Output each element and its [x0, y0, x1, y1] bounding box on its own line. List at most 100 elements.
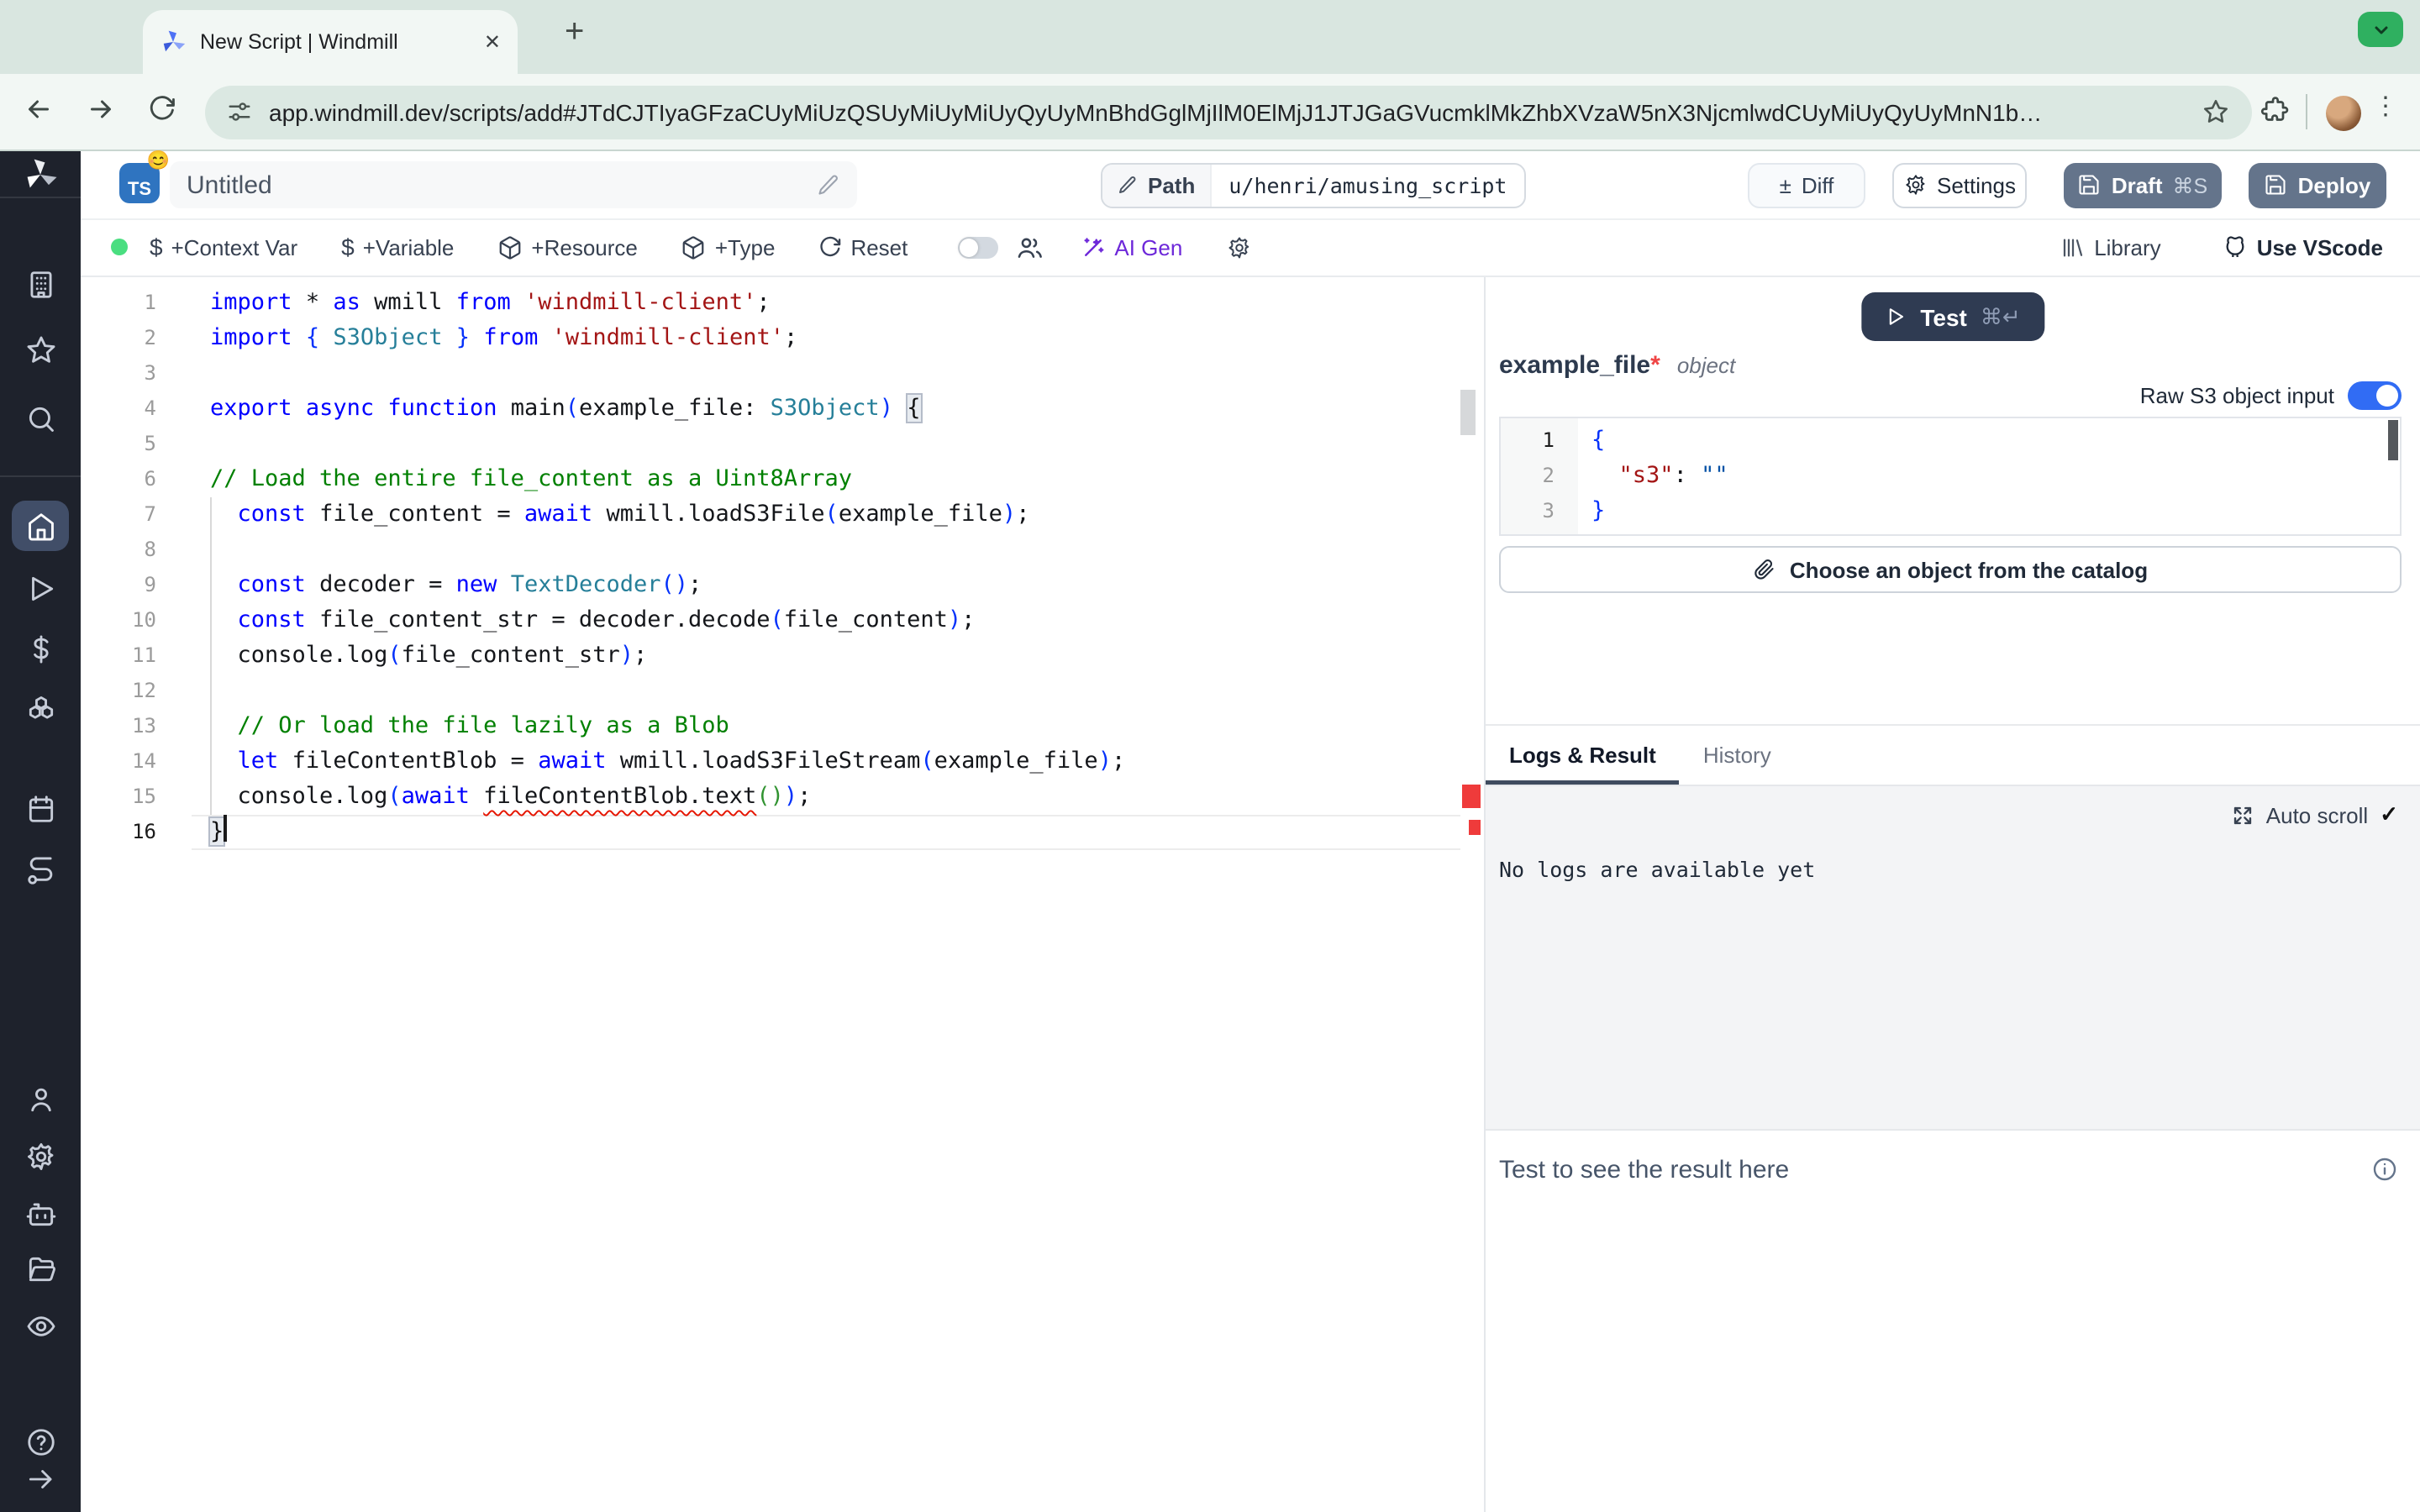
code-line[interactable]: console.log(await fileContentBlob.text()… — [210, 779, 1457, 814]
sidebar-item-robot[interactable] — [12, 1188, 69, 1238]
code-line[interactable] — [210, 355, 1457, 391]
reload-button[interactable] — [148, 94, 176, 123]
url-bar[interactable]: app.windmill.dev/scripts/add#JTdCJTIyaGF… — [205, 85, 2252, 139]
path-group[interactable]: Path u/henri/amusing_script — [1101, 162, 1526, 207]
browser-profile-chevron-button[interactable] — [2358, 12, 2403, 47]
draft-button[interactable]: Draft ⌘S — [2064, 162, 2222, 207]
site-settings-icon[interactable] — [227, 99, 252, 124]
code-line[interactable]: export async function main(example_file:… — [210, 391, 1457, 426]
argument-name: example_file* — [1499, 351, 1660, 380]
editor-settings-gear-icon[interactable] — [1226, 234, 1251, 260]
sidebar-item-folder[interactable] — [12, 1243, 69, 1294]
code-line[interactable]: "s3": "" — [1591, 459, 2383, 494]
code-line[interactable]: const file_content = await wmill.loadS3F… — [210, 496, 1457, 532]
code-line[interactable] — [210, 426, 1457, 461]
add-resource-button[interactable]: +Resource — [497, 234, 637, 260]
add-context-var-button[interactable]: $ +Context Var — [150, 234, 297, 260]
code-line[interactable]: } — [1591, 494, 2383, 529]
line-number: 14 — [81, 743, 156, 779]
line-number: 4 — [81, 391, 156, 426]
tab-close-icon[interactable]: ✕ — [484, 30, 501, 54]
code-line[interactable]: console.log(file_content_str); — [210, 638, 1457, 673]
line-number: 11 — [81, 638, 156, 673]
sidebar-item-home[interactable] — [12, 501, 69, 551]
info-icon[interactable] — [2371, 1156, 2398, 1183]
ai-gen-button[interactable]: AI Gen — [1081, 234, 1182, 260]
code-line[interactable]: { — [1591, 423, 2383, 459]
code-editor[interactable]: 12345678910111213141516 import * as wmil… — [81, 277, 1484, 1512]
code-line[interactable] — [210, 532, 1457, 567]
back-button[interactable] — [24, 94, 54, 124]
browser-menu-icon[interactable]: ⋮ — [2373, 91, 2398, 121]
sidebar-item-boxes[interactable] — [12, 684, 69, 734]
typescript-language-badge[interactable]: TS 😊 — [119, 163, 160, 203]
code-line[interactable]: import { S3Object } from 'windmill-clien… — [210, 320, 1457, 355]
windmill-logo-icon[interactable] — [22, 156, 59, 193]
sidebar-item-route[interactable] — [12, 845, 69, 895]
json-editor-scrollbar-thumb[interactable] — [2388, 420, 2398, 460]
add-type-button[interactable]: +Type — [681, 234, 776, 260]
editor-scrollbar-thumb[interactable] — [1460, 390, 1476, 435]
tab-logs-result[interactable]: Logs & Result — [1486, 726, 1680, 785]
sidebar-item-search[interactable] — [12, 393, 69, 444]
code-line[interactable]: const decoder = new TextDecoder(); — [210, 567, 1457, 602]
library-icon — [2060, 234, 2086, 260]
edit-title-pencil-icon[interactable] — [817, 173, 840, 197]
new-tab-button[interactable]: + — [565, 13, 584, 52]
sidebar-item-dollar[interactable] — [12, 623, 69, 674]
forward-button[interactable] — [86, 94, 116, 124]
collab-toggle[interactable] — [958, 236, 998, 258]
expand-icon[interactable] — [2233, 804, 2254, 826]
workspace: 12345678910111213141516 import * as wmil… — [81, 277, 2420, 1512]
sidebar-item-play[interactable] — [12, 563, 69, 613]
browser-chrome: New Script | Windmill ✕ + app.win — [0, 0, 2420, 151]
library-button[interactable]: Library — [2060, 234, 2161, 260]
code-line[interactable]: } — [210, 814, 1457, 849]
error-overview-mark — [1462, 785, 1481, 808]
sidebar-item-star[interactable] — [12, 324, 69, 375]
sidebar-item-calendar[interactable] — [12, 783, 69, 833]
sidebar-item-eye[interactable] — [12, 1300, 69, 1351]
browser-tab[interactable]: New Script | Windmill ✕ — [143, 10, 518, 74]
json-editor-code[interactable]: { "s3": ""} — [1591, 423, 2383, 529]
code-line[interactable]: const file_content_str = decoder.decode(… — [210, 602, 1457, 638]
choose-object-button[interactable]: Choose an object from the catalog — [1499, 546, 2402, 593]
reset-button[interactable]: Reset — [818, 234, 908, 260]
reset-icon — [818, 235, 842, 259]
sidebar-item-user[interactable] — [12, 1074, 69, 1124]
building-icon — [24, 268, 56, 300]
tab-history[interactable]: History — [1680, 726, 1795, 785]
test-button[interactable]: Test ⌘↵ — [1861, 292, 2044, 341]
editor-code[interactable]: import * as wmill from 'windmill-client'… — [210, 285, 1457, 849]
main-area: TS 😊 Untitled Path u/henri/amusing_scrip… — [81, 151, 2420, 1512]
json-arg-editor[interactable]: 123 { "s3": ""} — [1499, 417, 2402, 536]
code-line[interactable]: let fileContentBlob = await wmill.loadS3… — [210, 743, 1457, 779]
add-variable-button[interactable]: $ +Variable — [341, 234, 454, 260]
diff-button[interactable]: ± Diff — [1748, 162, 1865, 207]
sidebar-item-settings[interactable] — [12, 1131, 69, 1181]
dollar-icon — [24, 633, 56, 664]
code-line[interactable]: import * as wmill from 'windmill-client'… — [210, 285, 1457, 320]
raw-s3-toggle[interactable] — [2348, 381, 2402, 410]
code-line[interactable]: // Or load the file lazily as a Blob — [210, 708, 1457, 743]
browser-profile-avatar[interactable] — [2326, 95, 2361, 130]
script-title-input[interactable]: Untitled — [170, 161, 857, 208]
check-icon[interactable]: ✓ — [2380, 801, 2398, 828]
path-value[interactable]: u/henri/amusing_script — [1212, 172, 1523, 197]
arrow-right-icon — [24, 1462, 56, 1494]
use-vscode-button[interactable]: Use VScode — [2222, 234, 2383, 260]
sidebar-item-arrow-right[interactable] — [12, 1453, 69, 1504]
bookmark-star-icon[interactable] — [2202, 97, 2230, 126]
extensions-puzzle-icon[interactable] — [2260, 96, 2291, 126]
code-line[interactable] — [210, 673, 1457, 708]
url-text[interactable]: app.windmill.dev/scripts/add#JTdCJTIyaGF… — [269, 98, 2185, 125]
deploy-button[interactable]: Deploy — [2249, 162, 2386, 207]
code-line[interactable]: // Load the entire file_content as a Uin… — [210, 461, 1457, 496]
sidebar-item-building[interactable] — [12, 259, 69, 309]
collaborators-icon[interactable] — [1015, 233, 1044, 261]
line-number: 2 — [81, 320, 156, 355]
settings-button[interactable]: Settings — [1892, 162, 2027, 207]
settings-icon — [24, 1140, 56, 1172]
script-header: TS 😊 Untitled Path u/henri/amusing_scrip… — [81, 151, 2420, 220]
auto-scroll-control[interactable]: Auto scroll ✓ — [2233, 801, 2398, 828]
